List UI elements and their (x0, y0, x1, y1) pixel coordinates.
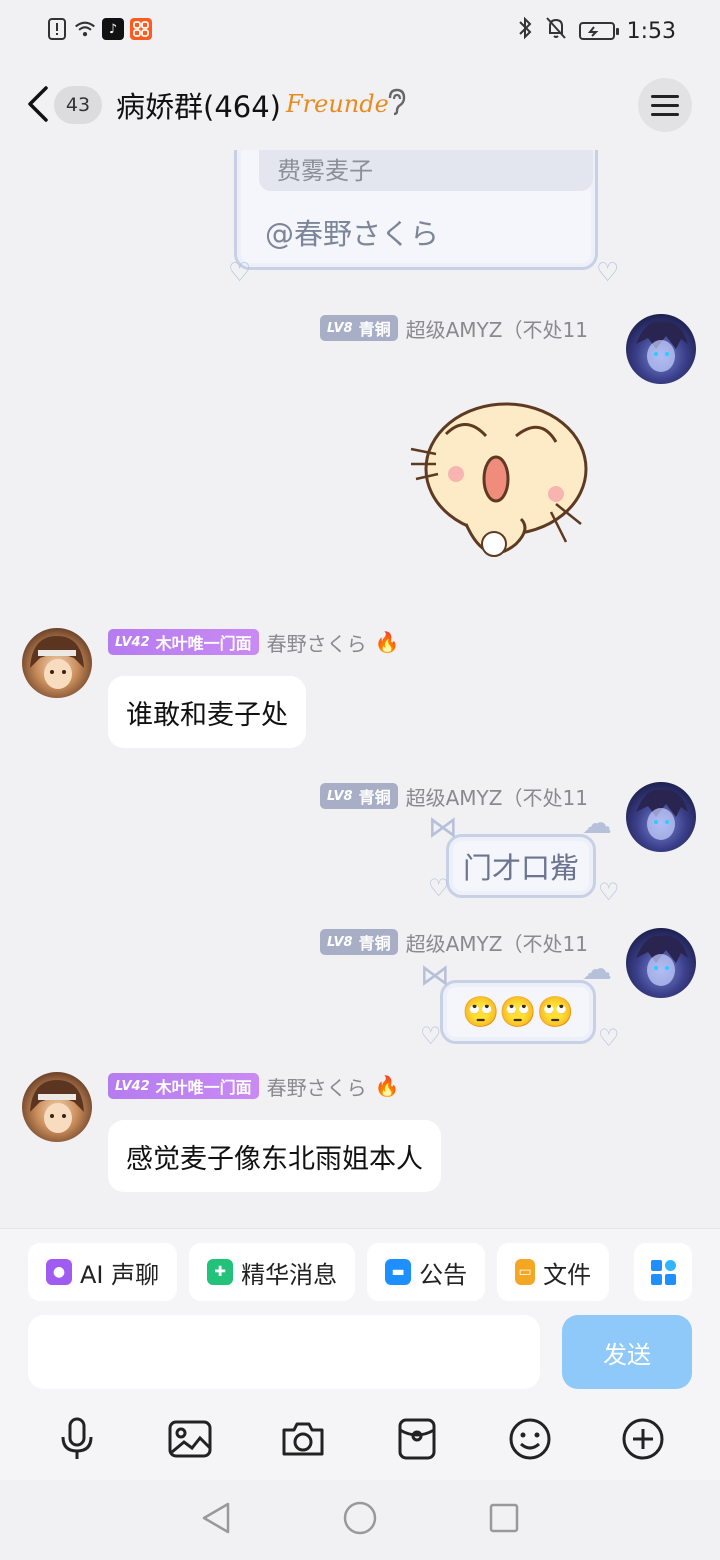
mute-icon (545, 16, 567, 46)
bow-decoration-icon: ⋈ (428, 810, 458, 845)
heart-decoration-icon: ♡ (420, 1022, 442, 1050)
bow-decoration-icon: ⋈ (420, 958, 450, 993)
back-nav-icon[interactable] (200, 1500, 232, 1540)
fire-icon: 🔥 (374, 630, 400, 654)
avatar[interactable] (22, 1072, 92, 1142)
ai-voice-icon: ● (46, 1259, 72, 1285)
message-bubble[interactable]: 谁敢和麦子处 (108, 676, 306, 748)
avatar[interactable] (626, 782, 696, 852)
cloud-decoration-icon: ☁ (582, 952, 612, 987)
avatar[interactable] (626, 314, 696, 384)
red-packet-icon[interactable] (387, 1409, 447, 1469)
message-list[interactable]: 费雾麦子 @春野さくら ♡ ♡ LV8 青铜 超级AMYZ（不处11 LV42 … (0, 150, 720, 1228)
message-input[interactable] (28, 1315, 540, 1389)
sender-meta: LV8 青铜 超级AMYZ（不处11 (320, 782, 588, 810)
page-title[interactable]: 病娇群(464) (116, 84, 281, 126)
battery-icon (578, 22, 619, 40)
avatar[interactable] (626, 928, 696, 998)
sender-meta: LV8 青铜 超级AMYZ（不处11 (320, 314, 588, 342)
level-badge: LV42 木叶唯一门面 (108, 629, 259, 655)
status-time: 1:53 (626, 18, 676, 44)
recents-nav-icon[interactable] (488, 1502, 520, 1538)
sender-name[interactable]: 春野さくら (267, 628, 367, 657)
more-apps-button[interactable] (634, 1243, 692, 1301)
composer-panel: ● AI 声聊 ✚ 精华消息 ▬ 公告 ▭ 文件 发送 (0, 1228, 720, 1480)
level-badge: LV42 木叶唯一门面 (108, 1073, 259, 1099)
highlight-icon: ✚ (207, 1259, 234, 1285)
app-icon (130, 18, 152, 40)
heart-decoration-icon: ♡ (228, 258, 252, 288)
unread-badge[interactable]: 43 (54, 86, 102, 124)
heart-decoration-icon: ♡ (596, 258, 620, 288)
heart-decoration-icon: ♡ (428, 874, 450, 902)
apps-grid-icon (650, 1259, 676, 1285)
send-button[interactable]: 发送 (562, 1315, 692, 1389)
sender-name[interactable]: 春野さくら (267, 1072, 367, 1101)
heart-decoration-icon: ♡ (598, 878, 620, 906)
heart-decoration-icon: ♡ (598, 1024, 620, 1052)
ear-icon[interactable] (386, 88, 408, 122)
announcement-icon: ▬ (385, 1259, 412, 1285)
quick-actions: ● AI 声聊 ✚ 精华消息 ▬ 公告 ▭ 文件 (28, 1243, 610, 1301)
avatar[interactable] (22, 628, 92, 698)
fire-icon: 🔥 (374, 1074, 400, 1098)
notification-icon (46, 18, 68, 40)
emoji-icon[interactable] (500, 1409, 560, 1469)
home-nav-icon[interactable] (342, 1500, 378, 1540)
tiktok-icon: ♪ (102, 18, 124, 40)
quoted-text: 费雾麦子 (259, 150, 593, 191)
wifi-icon (74, 18, 96, 40)
back-button[interactable] (22, 82, 52, 126)
sticker-laughing-cat[interactable] (406, 394, 596, 574)
sender-name[interactable]: 超级AMYZ（不处11 (406, 314, 588, 343)
bluetooth-icon (517, 16, 533, 46)
message-bubble[interactable]: 门才口觜 (446, 834, 596, 898)
plus-icon[interactable] (613, 1409, 673, 1469)
mention-text: @春野さくら (265, 217, 440, 251)
files-button[interactable]: ▭ 文件 (497, 1243, 610, 1301)
message-bubble[interactable]: 感觉麦子像东北雨姐本人 (108, 1120, 441, 1192)
sender-name[interactable]: 超级AMYZ（不处11 (406, 928, 588, 957)
announcement-button[interactable]: ▬ 公告 (367, 1243, 486, 1301)
status-bar: ♪ 1:53 (0, 0, 720, 60)
system-nav-bar (0, 1480, 720, 1560)
input-toolbar (0, 1409, 720, 1469)
level-badge: LV8 青铜 (320, 783, 398, 809)
sender-meta: LV42 木叶唯一门面 春野さくら 🔥 (108, 1072, 400, 1100)
level-badge: LV8 青铜 (320, 315, 398, 341)
sender-meta: LV42 木叶唯一门面 春野さくら 🔥 (108, 628, 400, 656)
sender-name[interactable]: 超级AMYZ（不处11 (406, 782, 588, 811)
menu-button[interactable] (638, 78, 692, 132)
camera-icon[interactable] (273, 1409, 333, 1469)
folder-icon: ▭ (515, 1259, 536, 1285)
quote-bubble[interactable]: 费雾麦子 @春野さくら (234, 150, 598, 270)
cloud-decoration-icon: ☁ (582, 806, 612, 841)
chevron-left-icon (28, 86, 48, 122)
level-badge: LV8 青铜 (320, 929, 398, 955)
group-tag: Freunde (286, 90, 389, 118)
image-icon[interactable] (160, 1409, 220, 1469)
chat-header: 43 病娇群(464) Freunde (0, 60, 720, 150)
ai-voice-chat-button[interactable]: ● AI 声聊 (28, 1243, 178, 1301)
sender-meta: LV8 青铜 超级AMYZ（不处11 (320, 928, 588, 956)
microphone-icon[interactable] (47, 1409, 107, 1469)
message-bubble[interactable]: 🙄🙄🙄 (440, 980, 596, 1044)
highlight-messages-button[interactable]: ✚ 精华消息 (189, 1243, 356, 1301)
